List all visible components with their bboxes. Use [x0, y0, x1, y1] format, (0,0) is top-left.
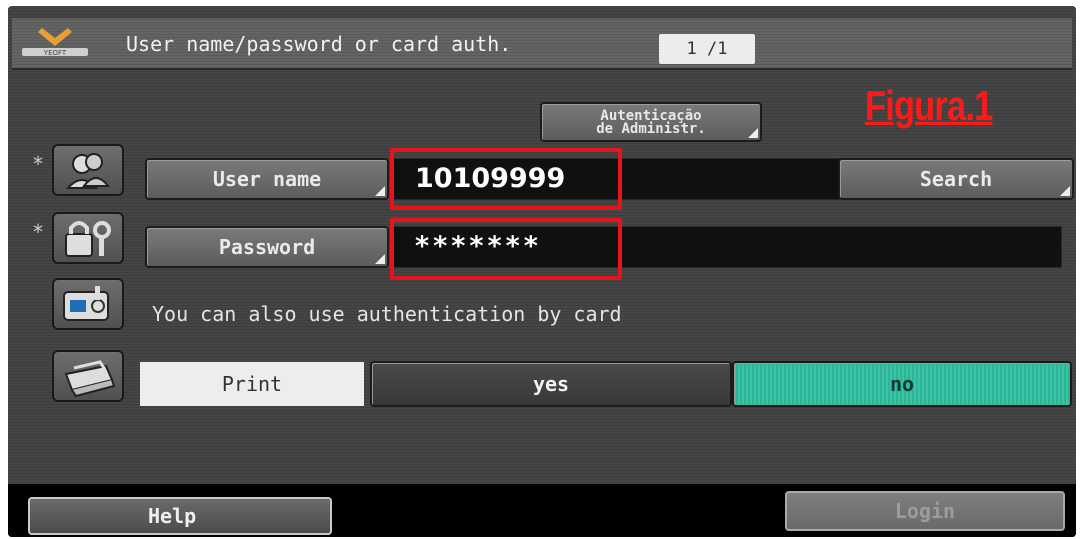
print-yes-button[interactable]: yes — [370, 361, 732, 407]
header-bar: YEOFT User name/password or card auth. 1… — [12, 18, 1072, 70]
required-marker: * — [32, 220, 45, 244]
page-title: User name/password or card auth. — [126, 32, 512, 56]
required-marker: * — [32, 152, 45, 176]
page-indicator: 1 /1 — [659, 34, 755, 64]
user-name-button[interactable]: User name — [145, 158, 389, 200]
corner-arrow-icon — [748, 128, 758, 138]
highlight-box-password — [390, 218, 622, 280]
print-no-button[interactable]: no — [732, 361, 1072, 407]
card-reader-icon — [52, 278, 124, 330]
figure-label: Figura.1 — [865, 82, 993, 129]
svg-text:YEOFT: YEOFT — [43, 49, 67, 57]
corner-arrow-icon — [1060, 186, 1070, 196]
print-label: Print — [140, 362, 364, 406]
password-button[interactable]: Password — [145, 226, 389, 268]
user-name-label: User name — [212, 167, 322, 191]
search-button[interactable]: Search — [838, 158, 1074, 200]
card-auth-message: You can also use authentication by card — [152, 302, 622, 326]
admin-auth-button[interactable]: Autenticação de Administr. — [540, 102, 762, 142]
admin-auth-label-line2: de Administr. — [596, 121, 706, 137]
corner-arrow-icon — [375, 186, 385, 196]
highlight-box-user — [390, 148, 622, 210]
device-screen: YEOFT User name/password or card auth. 1… — [8, 6, 1076, 537]
logo-icon: YEOFT — [22, 28, 88, 57]
password-label: Password — [218, 235, 316, 259]
search-label: Search — [919, 167, 993, 191]
printer-icon — [52, 350, 124, 402]
lock-key-icon — [52, 212, 124, 264]
users-icon — [52, 144, 124, 196]
login-button[interactable]: Login — [785, 491, 1065, 531]
corner-arrow-icon — [375, 254, 385, 264]
help-button[interactable]: Help — [28, 497, 332, 535]
